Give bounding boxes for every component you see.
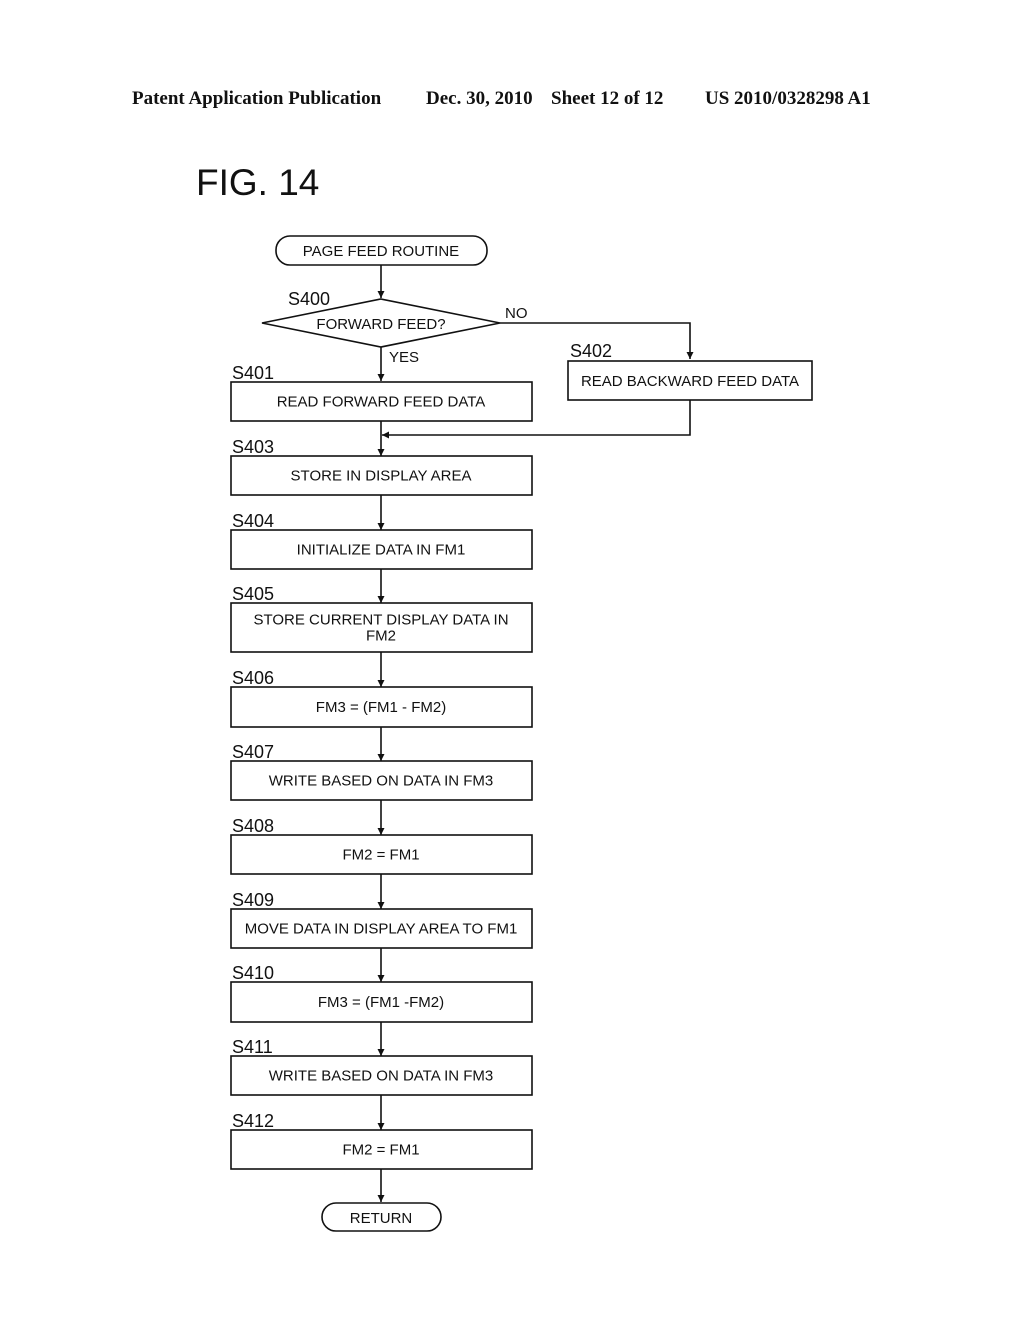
start-label: PAGE FEED ROUTINE bbox=[303, 243, 459, 260]
step-id: S409 bbox=[232, 890, 274, 910]
step-id: S400 bbox=[288, 289, 330, 309]
step-id: S406 bbox=[232, 668, 274, 688]
step-id: S408 bbox=[232, 816, 274, 836]
step-id: S404 bbox=[232, 511, 274, 531]
step-label: WRITE BASED ON DATA IN FM3 bbox=[269, 1068, 493, 1085]
step-label: FM2 = FM1 bbox=[342, 847, 419, 864]
yes-label: YES bbox=[389, 349, 419, 366]
step-label: INITIALIZE DATA IN FM1 bbox=[297, 542, 466, 559]
step-label: FM3 = (FM1 -FM2) bbox=[318, 994, 444, 1011]
step-label: READ FORWARD FEED DATA bbox=[277, 394, 486, 411]
end-terminal: RETURN bbox=[321, 1202, 442, 1232]
step-id: S410 bbox=[232, 963, 274, 983]
step-id: S401 bbox=[232, 363, 274, 383]
step-label: STORE IN DISPLAY AREA bbox=[291, 468, 472, 485]
step-id: S411 bbox=[232, 1037, 273, 1057]
step-id: S403 bbox=[232, 437, 274, 457]
flowchart: PAGE FEED ROUTINE S400 FORWARD FEED? NO … bbox=[230, 235, 813, 1232]
decision-label: FORWARD FEED? bbox=[316, 316, 445, 333]
step-label: FM3 = (FM1 - FM2) bbox=[316, 699, 446, 716]
end-label: RETURN bbox=[350, 1210, 413, 1227]
step-label: MOVE DATA IN DISPLAY AREA TO FM1 bbox=[245, 921, 518, 938]
step-id: S407 bbox=[232, 742, 274, 762]
step-id: S402 bbox=[570, 341, 612, 361]
step-label: FM2 = FM1 bbox=[342, 1142, 419, 1159]
step-label: STORE CURRENT DISPLAY DATA IN bbox=[253, 612, 508, 629]
step-label: WRITE BASED ON DATA IN FM3 bbox=[269, 773, 493, 790]
step-id: S412 bbox=[232, 1111, 274, 1131]
step-label: READ BACKWARD FEED DATA bbox=[581, 373, 799, 390]
step-label: FM2 bbox=[366, 628, 396, 645]
start-terminal: PAGE FEED ROUTINE bbox=[275, 235, 488, 266]
step-id: S405 bbox=[232, 584, 274, 604]
no-label: NO bbox=[505, 305, 528, 322]
